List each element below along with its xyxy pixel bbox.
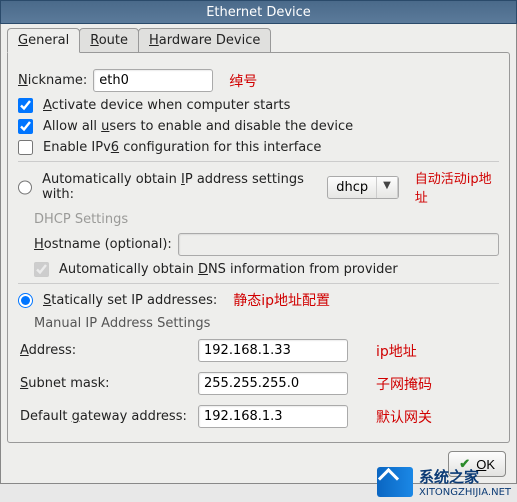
address-input[interactable]: [198, 339, 348, 362]
check-icon: ✔: [459, 456, 470, 472]
tab-hardware-device[interactable]: Hardware Device: [138, 28, 271, 53]
tab-panel-general: Nickname: 绰号 Activate device when comput…: [7, 52, 510, 443]
hostname-input: [178, 233, 499, 256]
address-annotation: ip地址: [376, 341, 497, 361]
tab-general[interactable]: General: [7, 28, 80, 53]
window-title: Ethernet Device: [206, 5, 311, 20]
ipv6-label: Enable IPv6 configuration for this inter…: [43, 140, 321, 155]
static-ip-radio[interactable]: [18, 293, 33, 308]
hostname-label: Hostname (optional):: [34, 237, 172, 252]
window-body: General Route Hardware Device Nickname: …: [0, 24, 517, 484]
chevron-down-icon: ▼: [377, 177, 398, 198]
tab-strip: General Route Hardware Device: [7, 28, 510, 53]
gateway-annotation: 默认网关: [376, 407, 497, 427]
activate-on-boot-label: Activate device when computer starts: [43, 98, 290, 113]
subnet-annotation: 子网掩码: [376, 374, 497, 394]
ipv6-checkbox[interactable]: [18, 140, 33, 155]
manual-ip-heading: Manual IP Address Settings: [34, 316, 499, 331]
allow-users-label: Allow all users to enable and disable th…: [43, 119, 353, 134]
ok-button[interactable]: ✔ OK: [448, 451, 506, 477]
gateway-input[interactable]: [198, 405, 348, 428]
nickname-label: Nickname:: [18, 73, 87, 88]
auto-ip-annotation: 自动活动ip地址: [415, 168, 499, 206]
subnet-label: Subnet mask:: [20, 376, 190, 391]
divider: [18, 161, 499, 162]
address-label: Address:: [20, 343, 190, 358]
tab-route[interactable]: Route: [79, 28, 139, 53]
dialog-footer: ✔ OK: [7, 451, 510, 477]
dhcp-settings-heading: DHCP Settings: [34, 212, 499, 227]
static-ip-label: Statically set IP addresses:: [43, 293, 217, 308]
auto-ip-label: Automatically obtain IP address settings…: [42, 172, 321, 202]
auto-ip-protocol-value: dhcp: [328, 177, 377, 198]
watermark-subtext: XITONGZHIJIA.NET: [419, 487, 511, 498]
auto-ip-radio[interactable]: [18, 180, 32, 195]
nickname-input[interactable]: [93, 69, 213, 92]
divider: [18, 283, 499, 284]
window-titlebar: Ethernet Device: [0, 0, 517, 24]
subnet-input[interactable]: [198, 372, 348, 395]
activate-on-boot-checkbox[interactable]: [18, 98, 33, 113]
auto-dns-label: Automatically obtain DNS information fro…: [59, 262, 398, 277]
ok-label: OK: [476, 457, 495, 472]
auto-dns-checkbox: [34, 262, 49, 277]
static-ip-annotation: 静态ip地址配置: [233, 290, 330, 310]
allow-users-checkbox[interactable]: [18, 119, 33, 134]
auto-ip-protocol-dropdown[interactable]: dhcp ▼: [327, 176, 399, 199]
nickname-annotation: 绰号: [229, 71, 257, 91]
gateway-label: Default gateway address:: [20, 409, 190, 424]
